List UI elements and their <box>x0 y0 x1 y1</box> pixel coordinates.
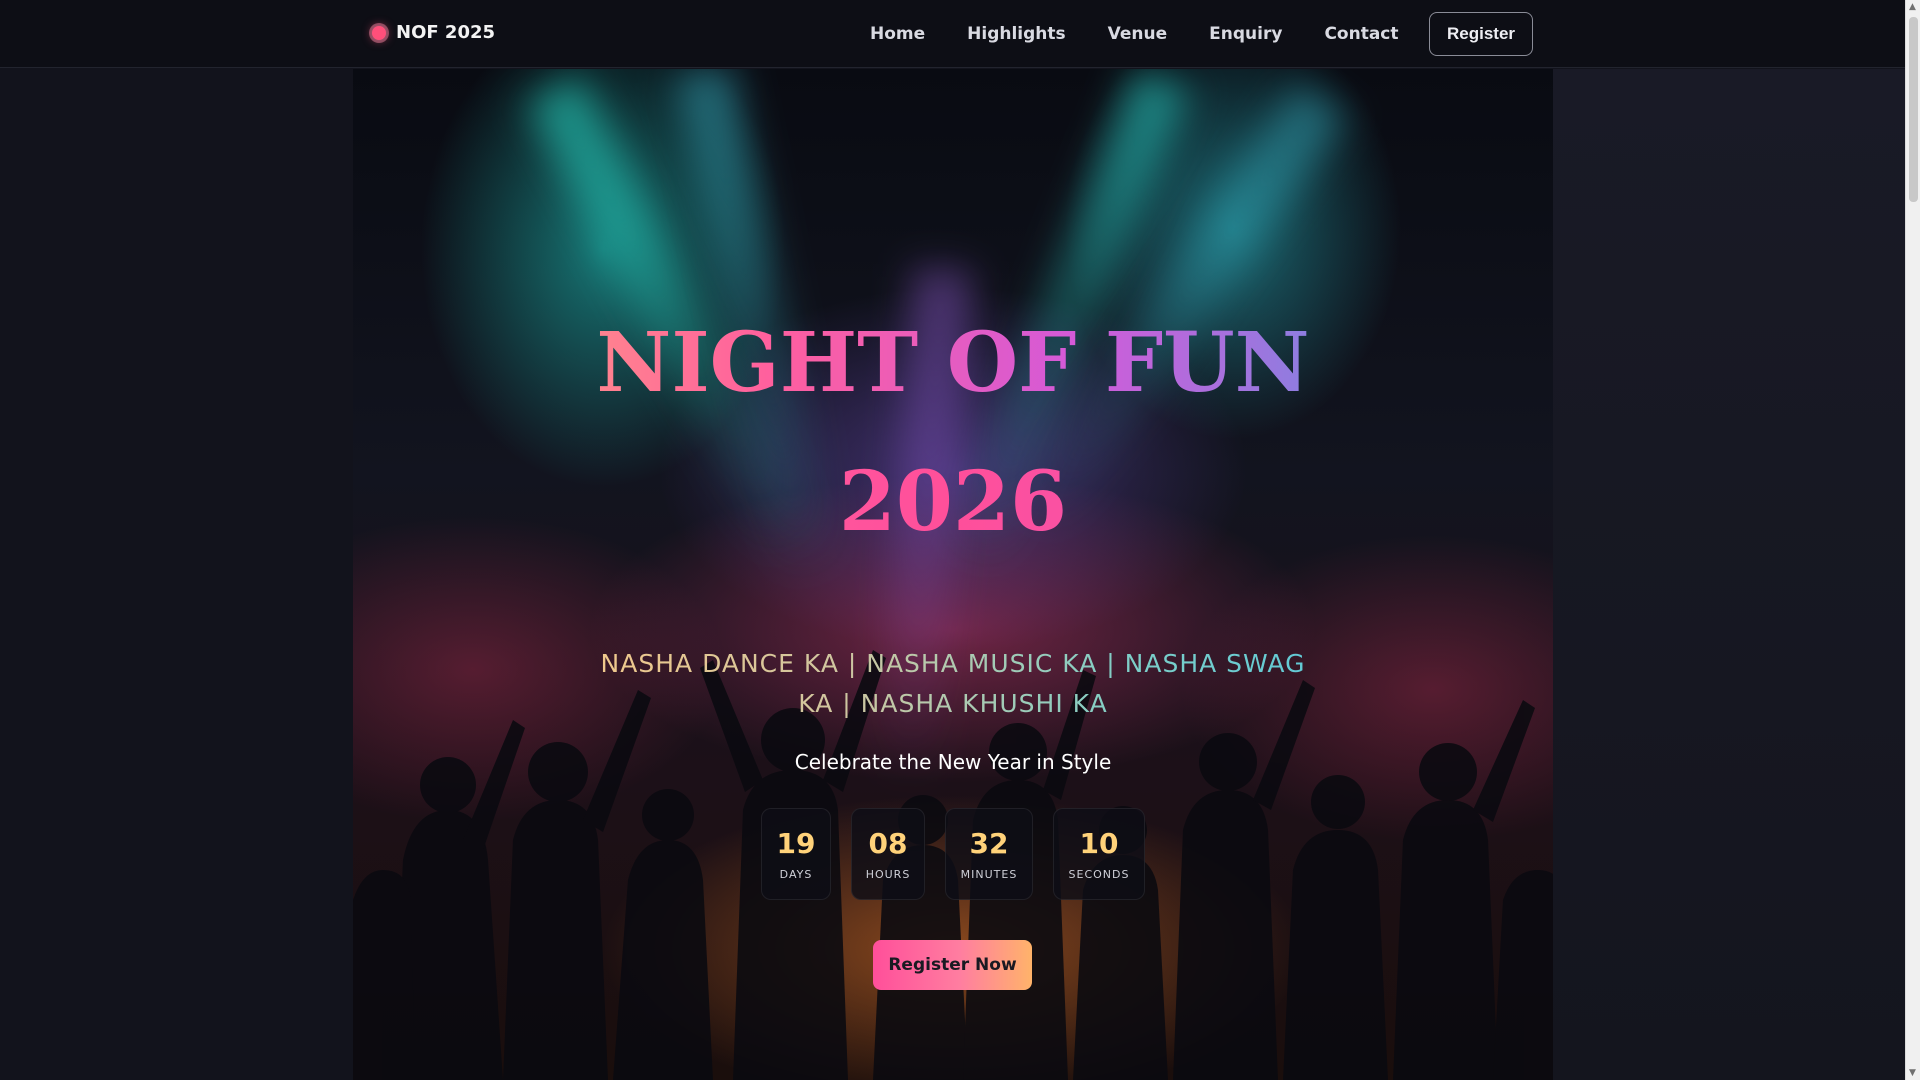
hero-tagline: NASHA DANCE KA | NASHA MUSIC KA | NASHA … <box>583 644 1323 724</box>
nav-link-home[interactable]: Home <box>870 24 925 44</box>
hero-title-year: 2026 <box>353 433 1553 572</box>
countdown-days-label: DAYS <box>779 868 813 881</box>
brand-logo[interactable]: NOF 2025 <box>372 22 495 43</box>
hero-section: NIGHT OF FUN 2026 NASHA DANCE KA | NASHA… <box>353 69 1553 1080</box>
countdown-hours-value: 08 <box>868 827 908 860</box>
scroll-down-arrow-icon[interactable]: ▼ <box>1909 1068 1916 1078</box>
countdown-hours: 08 HOURS <box>851 808 925 900</box>
nav-link-highlights[interactable]: Highlights <box>967 24 1066 44</box>
countdown-minutes: 32 MINUTES <box>945 808 1033 900</box>
countdown-days: 19 DAYS <box>761 808 831 900</box>
live-dot-icon <box>372 25 386 40</box>
nav-register-button[interactable]: Register <box>1429 12 1533 56</box>
nav-link-enquiry[interactable]: Enquiry <box>1209 24 1282 44</box>
nav-links: Home Highlights Venue Enquiry Contact <box>870 0 1441 68</box>
register-now-button[interactable]: Register Now <box>873 940 1032 990</box>
countdown-seconds: 10 SECONDS <box>1053 808 1145 900</box>
page-background-right <box>1553 69 1905 1080</box>
hero-subtitle: Celebrate the New Year in Style <box>794 750 1112 774</box>
brand-name: NOF 2025 <box>396 22 496 43</box>
hero-title: NIGHT OF FUN 2026 <box>353 294 1553 573</box>
countdown-days-value: 19 <box>776 827 816 860</box>
countdown-minutes-value: 32 <box>969 827 1009 860</box>
countdown-seconds-value: 10 <box>1079 827 1119 860</box>
countdown-seconds-label: SECONDS <box>1068 868 1130 881</box>
hero-title-line1: NIGHT OF FUN <box>353 294 1553 433</box>
scrollbar-thumb[interactable] <box>1909 17 1918 202</box>
nav-link-contact[interactable]: Contact <box>1324 24 1398 44</box>
nav-link-venue[interactable]: Venue <box>1108 24 1168 44</box>
scroll-up-arrow-icon[interactable]: ▲ <box>1909 2 1916 12</box>
countdown-timer: 19 DAYS 08 HOURS 32 MINUTES 10 SECONDS <box>353 808 1553 900</box>
countdown-minutes-label: MINUTES <box>960 868 1018 881</box>
page-scrollbar[interactable]: ▲ ▼ <box>1905 0 1920 1080</box>
top-navbar: NOF 2025 Home Highlights Venue Enquiry C… <box>0 0 1905 68</box>
countdown-hours-label: HOURS <box>865 868 911 881</box>
